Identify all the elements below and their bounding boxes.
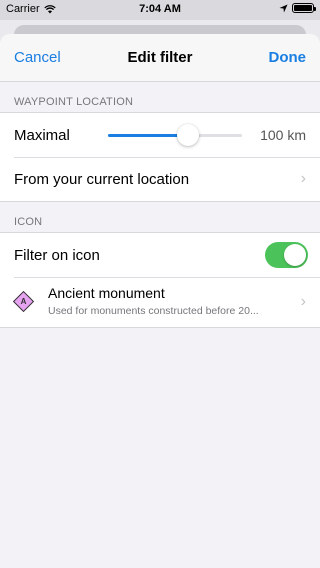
slider-fill — [108, 134, 189, 137]
filter-on-icon-row: Filter on icon — [0, 233, 320, 277]
poi-title: Ancient monument — [48, 285, 165, 301]
navigation-bar: Cancel Edit filter Done — [0, 34, 320, 82]
poi-subtitle: Used for monuments constructed before 20… — [48, 305, 259, 317]
maximal-label: Maximal — [14, 126, 70, 144]
filter-on-icon-toggle[interactable] — [265, 242, 308, 268]
icon-group: Filter on icon A Ancient monument Used f… — [0, 232, 320, 328]
toggle-knob — [284, 244, 306, 266]
chevron-right-icon: › — [300, 293, 306, 310]
status-bar: Carrier 7:04 AM — [0, 0, 320, 20]
distance-value: 100 km — [260, 127, 306, 143]
from-current-location-row[interactable]: From your current location › — [0, 157, 320, 201]
waypoint-location-group: Maximal 100 km From your current locatio… — [0, 112, 320, 202]
status-right — [279, 3, 316, 13]
section-header-waypoint-location: WAYPOINT LOCATION — [14, 96, 134, 108]
maximal-distance-row: Maximal 100 km — [0, 113, 320, 157]
distance-slider[interactable] — [108, 113, 242, 157]
location-arrow-icon — [279, 3, 288, 13]
icon-selection-row[interactable]: A Ancient monument Used for monuments co… — [0, 277, 320, 327]
filter-on-icon-label: Filter on icon — [14, 246, 100, 264]
icon-letter: A — [20, 297, 27, 306]
done-button[interactable]: Done — [269, 49, 307, 66]
from-current-location-label: From your current location — [14, 170, 190, 188]
poi-text: Ancient monument Used for monuments cons… — [48, 285, 290, 317]
chevron-right-icon: › — [300, 170, 306, 187]
section-header-icon: ICON — [14, 216, 43, 228]
edit-filter-sheet: Cancel Edit filter Done WAYPOINT LOCATIO… — [0, 34, 320, 568]
slider-thumb[interactable] — [177, 124, 200, 146]
status-time: 7:04 AM — [139, 3, 181, 15]
battery-icon — [292, 3, 316, 13]
